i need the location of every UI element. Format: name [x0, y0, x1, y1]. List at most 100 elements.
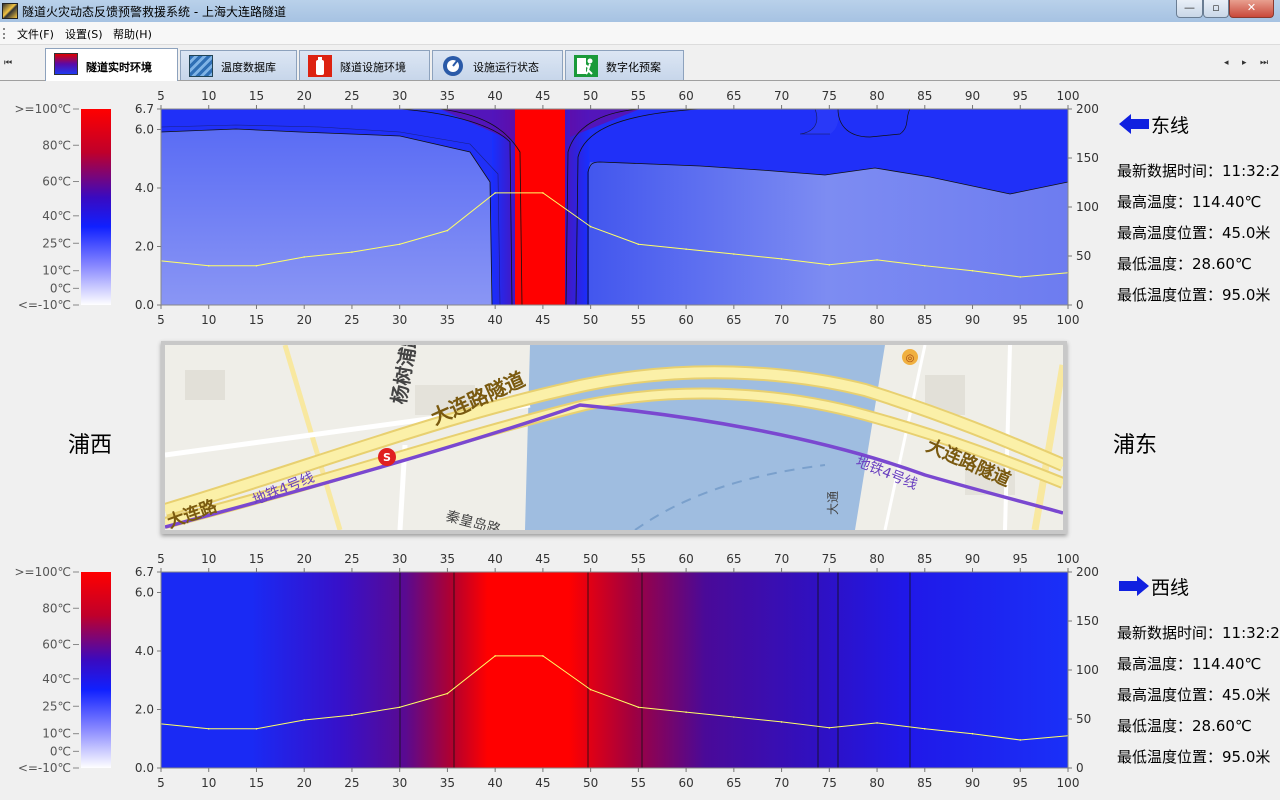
west-info-row: 最高温度：114.40℃	[1117, 655, 1262, 673]
y-left-tick-label: 6.7	[135, 565, 154, 579]
x-tick-label: 5	[157, 313, 165, 327]
menu-file[interactable]: 文件(F)	[17, 26, 54, 42]
tab-next-button[interactable]: ▸	[1242, 58, 1247, 68]
x-tick-label: 85	[917, 776, 932, 790]
x-tick-label: 95	[1013, 776, 1028, 790]
x-tick-label: 60	[678, 313, 693, 327]
west-info-panel: 西线 最新数据时间：11:32:29 最高温度：114.40℃ 最高温度位置：4…	[1117, 572, 1280, 773]
x-tick-label: 100	[1057, 89, 1080, 103]
minimize-button[interactable]: —	[1176, 0, 1203, 18]
trend-point	[876, 722, 878, 724]
tab-last-button[interactable]: ⏭	[1260, 58, 1268, 68]
east-line-name: 东线	[1151, 114, 1190, 137]
east-bank-label: 浦东	[1113, 433, 1158, 458]
trend-point	[446, 692, 449, 695]
tab-facility-status[interactable]: 设施运行状态	[432, 50, 563, 80]
x-tick-label: 80	[869, 313, 884, 327]
tunnel-map[interactable]: S ◎ 大连路隧道 大连路隧道 大连路 杨树浦路 秦皇岛路 地铁4号线 地铁4号…	[161, 341, 1067, 534]
trend-point	[780, 258, 783, 260]
arrow-right-icon	[1119, 576, 1149, 596]
x-tick-label: 15	[249, 552, 264, 566]
tab-realtime-env[interactable]: 隧道实时环境	[45, 48, 178, 81]
x-tick-label: 25	[344, 313, 359, 327]
trend-point	[828, 727, 831, 729]
west-info-row: 最高温度位置：45.0米	[1117, 686, 1271, 704]
trend-point	[255, 265, 258, 267]
west-info-row: 最低温度：28.60℃	[1117, 717, 1252, 735]
tab-prev-button[interactable]: ◂	[1224, 58, 1229, 68]
east-info-row: 最高温度位置：45.0米	[1117, 224, 1271, 242]
legend-label: 40℃	[42, 209, 71, 223]
y-right-tick-label: 150	[1076, 614, 1099, 628]
x-tick-label: 60	[678, 776, 693, 790]
trend-point	[398, 706, 401, 709]
title-bar: 隧道火灾动态反馈预警救援系统 - 上海大连路隧道 — ▫ ✕	[0, 0, 1280, 22]
app-icon	[2, 3, 18, 19]
x-tick-label: 20	[297, 552, 312, 566]
menu-help[interactable]: 帮助(H)	[113, 26, 152, 42]
trend-point	[303, 719, 306, 721]
y-left-tick-label: 0.0	[135, 298, 154, 312]
x-tick-label: 5	[157, 552, 165, 566]
west-line-name: 西线	[1151, 576, 1190, 599]
fire-extinguisher-icon	[308, 55, 332, 77]
tab-facility-env[interactable]: 隧道设施环境	[299, 50, 430, 80]
trend-point	[923, 265, 926, 267]
east-info-row: 最新数据时间：11:32:29	[1117, 162, 1280, 180]
x-tick-label: 15	[249, 776, 264, 790]
y-right-tick-label: 100	[1076, 200, 1099, 214]
trend-point	[733, 716, 735, 718]
y-right-tick-label: 200	[1076, 565, 1099, 579]
x-tick-label: 45	[535, 89, 550, 103]
menu-bar: 文件(F) 设置(S) 帮助(H)	[0, 22, 1280, 45]
trend-point	[971, 732, 974, 735]
menu-settings[interactable]: 设置(S)	[65, 26, 103, 42]
y-left-tick-label: 2.0	[135, 239, 154, 253]
x-tick-label: 55	[631, 776, 646, 790]
legend-label: 25℃	[42, 236, 71, 250]
x-tick-label: 35	[440, 776, 455, 790]
trend-point	[876, 259, 878, 261]
x-tick-label: 80	[869, 89, 884, 103]
y-left-tick-label: 6.7	[135, 102, 154, 116]
west-info-row: 最低温度位置：95.0米	[1117, 748, 1271, 766]
tab-label: 隧道实时环境	[86, 61, 152, 74]
west-line-header: 西线	[1117, 572, 1280, 600]
close-button[interactable]: ✕	[1229, 0, 1274, 18]
x-tick-label: 85	[917, 552, 932, 566]
tab-digital-plan[interactable]: 数字化预案	[565, 50, 684, 80]
x-tick-label: 100	[1057, 552, 1080, 566]
x-tick-label: 65	[726, 313, 741, 327]
trend-point	[494, 655, 496, 657]
tab-first-button[interactable]: ⏮	[4, 58, 12, 68]
trend-point	[207, 265, 210, 267]
y-right-tick-label: 200	[1076, 102, 1099, 116]
x-tick-label: 30	[392, 89, 407, 103]
trend-point	[589, 225, 592, 228]
x-tick-label: 25	[344, 552, 359, 566]
legend-label: >=100℃	[15, 102, 72, 116]
y-right-tick-label: 0	[1076, 761, 1084, 775]
east-line-header: 东线	[1117, 110, 1280, 138]
x-tick-label: 30	[392, 552, 407, 566]
x-tick-label: 50	[583, 313, 598, 327]
legend-label: <=-10℃	[18, 298, 71, 312]
x-tick-label: 20	[297, 89, 312, 103]
status-gauge-icon	[441, 55, 465, 77]
x-tick-label: 80	[869, 552, 884, 566]
map-small-label: 大通	[826, 491, 840, 515]
x-tick-label: 25	[344, 89, 359, 103]
y-left-tick-label: 2.0	[135, 702, 154, 716]
trend-point	[589, 688, 592, 691]
x-tick-label: 50	[583, 89, 598, 103]
x-tick-label: 40	[488, 89, 503, 103]
trend-point	[780, 721, 783, 723]
x-tick-label: 45	[535, 313, 550, 327]
east-info-row: 最高温度：114.40℃	[1117, 193, 1262, 211]
tab-temperature-db[interactable]: 温度数据库	[180, 50, 297, 80]
menu-grip	[3, 28, 7, 39]
tab-label: 数字化预案	[606, 61, 661, 74]
maximize-button[interactable]: ▫	[1203, 0, 1229, 18]
temperature-legend	[81, 109, 111, 305]
x-tick-label: 30	[392, 776, 407, 790]
